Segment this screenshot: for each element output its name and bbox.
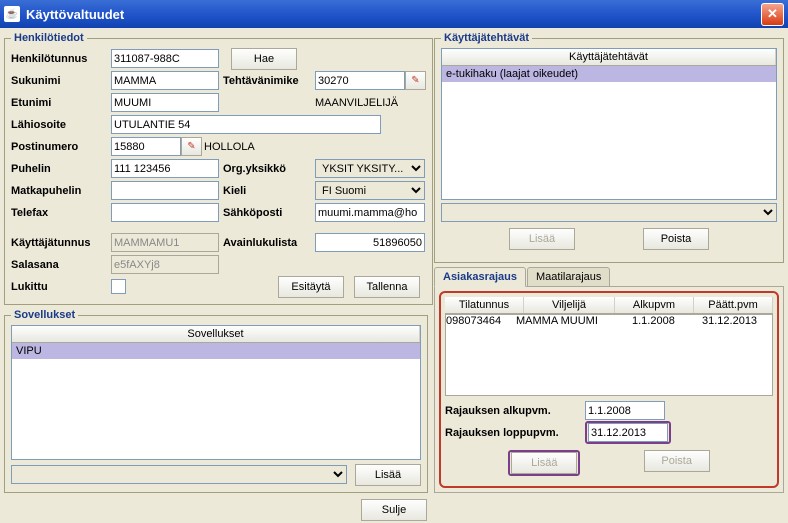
tasks-select[interactable] <box>441 203 777 222</box>
window: ☕ Käyttövaltuudet ✕ Henkilötiedot Henkil… <box>0 0 788 502</box>
apps-add-button[interactable]: Lisää <box>355 464 421 486</box>
customer-table: Tilatunnus Viljelijä Alkupvm Päätt.pvm <box>445 297 773 314</box>
col-start: Alkupvm <box>615 297 694 313</box>
ssn-label: Henkilötunnus <box>11 53 111 65</box>
window-title: Käyttövaltuudet <box>26 7 124 22</box>
prefill-button[interactable]: Esitäytä <box>278 276 344 298</box>
col-farmer: Viljelijä <box>524 297 615 313</box>
tabs: Asiakasrajaus Maatilarajaus <box>434 267 784 287</box>
cust-end-label: Rajauksen loppupvm. <box>445 427 585 439</box>
personal-fieldset: Henkilötiedot Henkilötunnus Hae Sukunimi… <box>4 32 433 305</box>
pencil-icon: ✎ <box>411 75 419 86</box>
firstname-label: Etunimi <box>11 97 111 109</box>
tab-customer[interactable]: Asiakasrajaus <box>434 267 526 287</box>
highlight-add: Lisää <box>508 450 580 476</box>
tasks-legend: Käyttäjätehtävät <box>441 32 532 44</box>
address-label: Lähiosoite <box>11 119 111 131</box>
lastname-input[interactable] <box>111 71 219 90</box>
jobtitle-pick-button[interactable]: ✎ <box>405 71 426 90</box>
tasks-delete-button[interactable]: Poista <box>643 228 709 250</box>
apps-row[interactable]: VIPU <box>12 343 420 359</box>
cust-start-label: Rajauksen alkupvm. <box>445 405 585 417</box>
apps-table: Sovellukset VIPU <box>11 325 421 460</box>
lang-select[interactable]: FI Suomi <box>315 181 425 200</box>
tasks-add-button[interactable]: Lisää <box>509 228 575 250</box>
jobtitle-input[interactable] <box>315 71 405 90</box>
lastname-label: Sukunimi <box>11 75 111 87</box>
fetch-button[interactable]: Hae <box>231 48 297 70</box>
apps-fieldset: Sovellukset Sovellukset VIPU Lisää <box>4 309 428 493</box>
phone-input[interactable] <box>111 159 219 178</box>
cust-delete-button[interactable]: Poista <box>644 450 710 472</box>
orgunit-select[interactable]: YKSIT YKSITY... <box>315 159 425 178</box>
password-label: Salasana <box>11 259 111 271</box>
java-icon: ☕ <box>4 6 20 22</box>
tasks-col-header: Käyttäjätehtävät <box>442 49 776 65</box>
cust-end-input[interactable] <box>588 423 668 442</box>
save-button[interactable]: Tallenna <box>354 276 420 298</box>
jobtitle-label: Tehtävänimike <box>223 75 315 87</box>
locked-label: Lukittu <box>11 281 111 293</box>
orgunit-label: Org.yksikkö <box>223 163 315 175</box>
cust-start-input[interactable] <box>585 401 665 420</box>
ssn-input[interactable] <box>111 49 219 68</box>
tab-panel: Tilatunnus Viljelijä Alkupvm Päätt.pvm 0… <box>434 286 784 493</box>
password-input <box>111 255 219 274</box>
close-icon[interactable]: ✕ <box>761 3 784 26</box>
apps-col-header: Sovellukset <box>12 326 420 342</box>
tasks-fieldset: Käyttäjätehtävät Käyttäjätehtävät e-tuki… <box>434 32 784 263</box>
highlight-end <box>585 421 671 444</box>
close-button[interactable]: Sulje <box>361 499 427 521</box>
col-farmid: Tilatunnus <box>445 297 524 313</box>
postcode-label: Postinumero <box>11 141 111 153</box>
customer-row[interactable]: 098073464 MAMMA MUUMI 1.1.2008 31.12.201… <box>446 315 772 327</box>
mobile-input[interactable] <box>111 181 219 200</box>
pencil-icon: ✎ <box>187 141 195 152</box>
locked-checkbox[interactable] <box>111 279 126 294</box>
personal-legend: Henkilötiedot <box>11 32 87 44</box>
email-label: Sähköposti <box>223 207 315 219</box>
lang-label: Kieli <box>223 185 315 197</box>
username-input <box>111 233 219 252</box>
postcode-pick-button[interactable]: ✎ <box>181 137 202 156</box>
city-text: HOLLOLA <box>204 141 255 153</box>
postcode-input[interactable] <box>111 137 181 156</box>
col-end: Päätt.pvm <box>694 297 773 313</box>
firstname-input[interactable] <box>111 93 219 112</box>
phone-label: Puhelin <box>11 163 111 175</box>
titlebar: ☕ Käyttövaltuudet ✕ <box>0 0 788 28</box>
apps-select[interactable] <box>11 465 347 484</box>
address-input[interactable] <box>111 115 381 134</box>
tasks-row[interactable]: e-tukihaku (laajat oikeudet) <box>442 66 776 82</box>
fax-label: Telefax <box>11 207 111 219</box>
apps-legend: Sovellukset <box>11 309 78 321</box>
tab-farm[interactable]: Maatilarajaus <box>527 267 610 287</box>
occupation-text: MAANVILJELIJÄ <box>315 97 398 109</box>
keylist-input[interactable] <box>315 233 425 252</box>
mobile-label: Matkapuhelin <box>11 185 111 197</box>
fax-input[interactable] <box>111 203 219 222</box>
highlight-region: Tilatunnus Viljelijä Alkupvm Päätt.pvm 0… <box>439 291 779 488</box>
keylist-label: Avainlukulista <box>223 237 315 249</box>
username-label: Käyttäjätunnus <box>11 237 111 249</box>
cust-add-button[interactable]: Lisää <box>511 452 577 474</box>
tasks-table: Käyttäjätehtävät e-tukihaku (laajat oike… <box>441 48 777 200</box>
email-input[interactable] <box>315 203 425 222</box>
